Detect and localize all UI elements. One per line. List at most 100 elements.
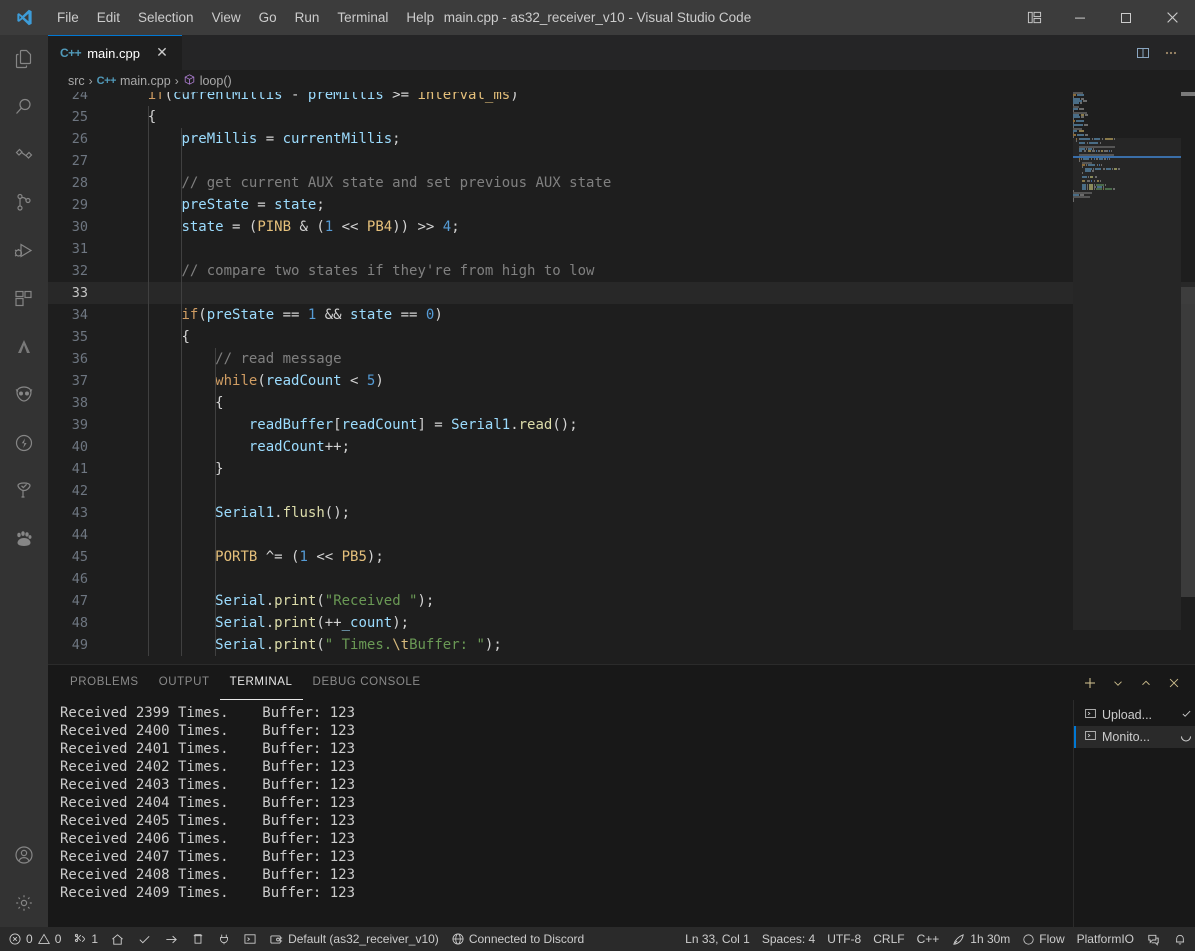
- code-line[interactable]: 41 }: [48, 458, 1195, 480]
- menu-file[interactable]: File: [48, 0, 88, 35]
- code-line[interactable]: 30 state = (PINB & (1 << PB4)) >> 4;: [48, 216, 1195, 238]
- editor-scrollbar-thumb[interactable]: [1181, 287, 1195, 597]
- status-eol[interactable]: CRLF: [867, 927, 910, 951]
- customize-layout-icon[interactable]: [1011, 0, 1057, 35]
- breadcrumb-main-cpp[interactable]: C++ main.cpp: [97, 74, 171, 88]
- ellipsis-icon[interactable]: [1157, 39, 1185, 67]
- code-line[interactable]: 43 Serial1.flush();: [48, 502, 1195, 524]
- tab-debug-console[interactable]: DEBUG CONSOLE: [303, 665, 431, 700]
- tab-terminal[interactable]: TERMINAL: [219, 665, 303, 700]
- terminal-tab-upload[interactable]: Upload...: [1074, 704, 1195, 726]
- code-line[interactable]: 38 {: [48, 392, 1195, 414]
- menu-terminal[interactable]: Terminal: [328, 0, 397, 35]
- code-line[interactable]: 24 if(currentMillis - preMillis >= inter…: [48, 92, 1195, 106]
- terminal-line: Received 2400 Times. Buffer: 123: [60, 723, 356, 739]
- status-wakatime[interactable]: 1h 30m: [945, 927, 1016, 951]
- trash-icon: [191, 932, 205, 946]
- code-line[interactable]: 47 Serial.print("Received ");: [48, 590, 1195, 612]
- status-pio-clean[interactable]: [185, 927, 211, 951]
- code-line[interactable]: 40 readCount++;: [48, 436, 1195, 458]
- code-line[interactable]: 39 readBuffer[readCount] = Serial1.read(…: [48, 414, 1195, 436]
- maximize-icon[interactable]: [1103, 0, 1149, 35]
- code-line[interactable]: 36 // read message: [48, 348, 1195, 370]
- code-line[interactable]: 42: [48, 480, 1195, 502]
- breadcrumb-src[interactable]: src: [68, 74, 85, 88]
- terminal-tab-monitor[interactable]: Monito...: [1074, 726, 1195, 748]
- menu-edit[interactable]: Edit: [88, 0, 129, 35]
- testing-beaker-icon[interactable]: [0, 467, 48, 515]
- menu-go[interactable]: Go: [250, 0, 286, 35]
- terminal-output[interactable]: Received 2399 Times. Buffer: 123 Received…: [48, 700, 1073, 927]
- status-pio-build[interactable]: [131, 927, 158, 951]
- status-pio-terminal[interactable]: [237, 927, 263, 951]
- extensions-icon[interactable]: [0, 275, 48, 323]
- code-line[interactable]: 28 // get current AUX state and set prev…: [48, 172, 1195, 194]
- code-line[interactable]: 49 Serial.print(" Times.\tBuffer: ");: [48, 634, 1195, 656]
- status-project-env[interactable]: Default (as32_receiver_v10): [263, 927, 445, 951]
- terminal-line: Received 2404 Times. Buffer: 123: [60, 795, 356, 811]
- status-pio-test[interactable]: [211, 927, 237, 951]
- gear-icon[interactable]: [0, 879, 48, 927]
- close-icon[interactable]: [1161, 670, 1187, 696]
- code-line[interactable]: 27: [48, 150, 1195, 172]
- plus-icon[interactable]: [1077, 670, 1103, 696]
- close-icon[interactable]: [1149, 0, 1195, 35]
- split-editor-icon[interactable]: [1129, 39, 1157, 67]
- code-line[interactable]: 25 {: [48, 106, 1195, 128]
- platformio-alien-icon[interactable]: [0, 371, 48, 419]
- code-line[interactable]: 44: [48, 524, 1195, 546]
- menu-selection[interactable]: Selection: [129, 0, 203, 35]
- code-line[interactable]: 46: [48, 568, 1195, 590]
- status-encoding[interactable]: UTF-8: [821, 927, 867, 951]
- files-icon[interactable]: [0, 35, 48, 83]
- status-problems[interactable]: 0 0: [2, 927, 67, 951]
- source-control-icon[interactable]: [0, 131, 48, 179]
- tab-main-cpp[interactable]: C++ main.cpp ✕: [48, 35, 182, 70]
- code-line[interactable]: 48 Serial.print(++_count);: [48, 612, 1195, 634]
- tab-output[interactable]: OUTPUT: [149, 665, 220, 700]
- close-icon[interactable]: ✕: [152, 43, 172, 63]
- chevron-down-icon[interactable]: [1105, 670, 1131, 696]
- chevron-up-icon[interactable]: [1133, 670, 1159, 696]
- tab-problems[interactable]: PROBLEMS: [60, 665, 149, 700]
- arduino-icon[interactable]: [0, 323, 48, 371]
- code-line[interactable]: 33: [48, 282, 1195, 304]
- status-pio-tasks[interactable]: 1: [67, 927, 104, 951]
- status-language-mode[interactable]: C++: [911, 927, 946, 951]
- code-line[interactable]: 37 while(readCount < 5): [48, 370, 1195, 392]
- status-flow[interactable]: Flow: [1016, 927, 1070, 951]
- menu-help[interactable]: Help: [397, 0, 443, 35]
- account-icon[interactable]: [0, 831, 48, 879]
- status-platformio[interactable]: PlatformIO: [1071, 927, 1140, 951]
- status-notifications[interactable]: [1167, 927, 1193, 951]
- code-line[interactable]: 32 // compare two states if they're from…: [48, 260, 1195, 282]
- lightning-bolt-icon[interactable]: [0, 419, 48, 467]
- git-graph-icon[interactable]: [0, 179, 48, 227]
- menu-run[interactable]: Run: [286, 0, 329, 35]
- minimize-icon[interactable]: [1057, 0, 1103, 35]
- vscode-logo-icon[interactable]: [0, 8, 48, 27]
- status-cursor-position[interactable]: Ln 33, Col 1: [679, 927, 756, 951]
- code-line[interactable]: 26 preMillis = currentMillis;: [48, 128, 1195, 150]
- minimap[interactable]: [1073, 92, 1181, 664]
- code-editor[interactable]: 24 if(currentMillis - preMillis >= inter…: [48, 92, 1195, 664]
- editor-scrollbar[interactable]: [1181, 92, 1195, 664]
- status-pio-home[interactable]: [104, 927, 131, 951]
- search-icon[interactable]: [0, 83, 48, 131]
- status-discord[interactable]: Connected to Discord: [445, 927, 590, 951]
- code-line[interactable]: 45 PORTB ^= (1 << PB5);: [48, 546, 1195, 568]
- code-line[interactable]: 35 {: [48, 326, 1195, 348]
- symbol-method-icon: [183, 73, 196, 89]
- status-indentation[interactable]: Spaces: 4: [756, 927, 821, 951]
- code-line[interactable]: 34 if(preState == 1 && state == 0): [48, 304, 1195, 326]
- code-line[interactable]: 31: [48, 238, 1195, 260]
- plug-env-icon: [269, 932, 284, 947]
- breadcrumb-loop-symbol[interactable]: loop(): [183, 73, 232, 89]
- status-live-share[interactable]: [1140, 927, 1167, 951]
- menu-view[interactable]: View: [203, 0, 250, 35]
- status-pio-upload[interactable]: [158, 927, 185, 951]
- debug-icon[interactable]: [0, 227, 48, 275]
- minimap-slider[interactable]: [1073, 138, 1181, 630]
- code-line[interactable]: 29 preState = state;: [48, 194, 1195, 216]
- paw-icon[interactable]: [0, 515, 48, 563]
